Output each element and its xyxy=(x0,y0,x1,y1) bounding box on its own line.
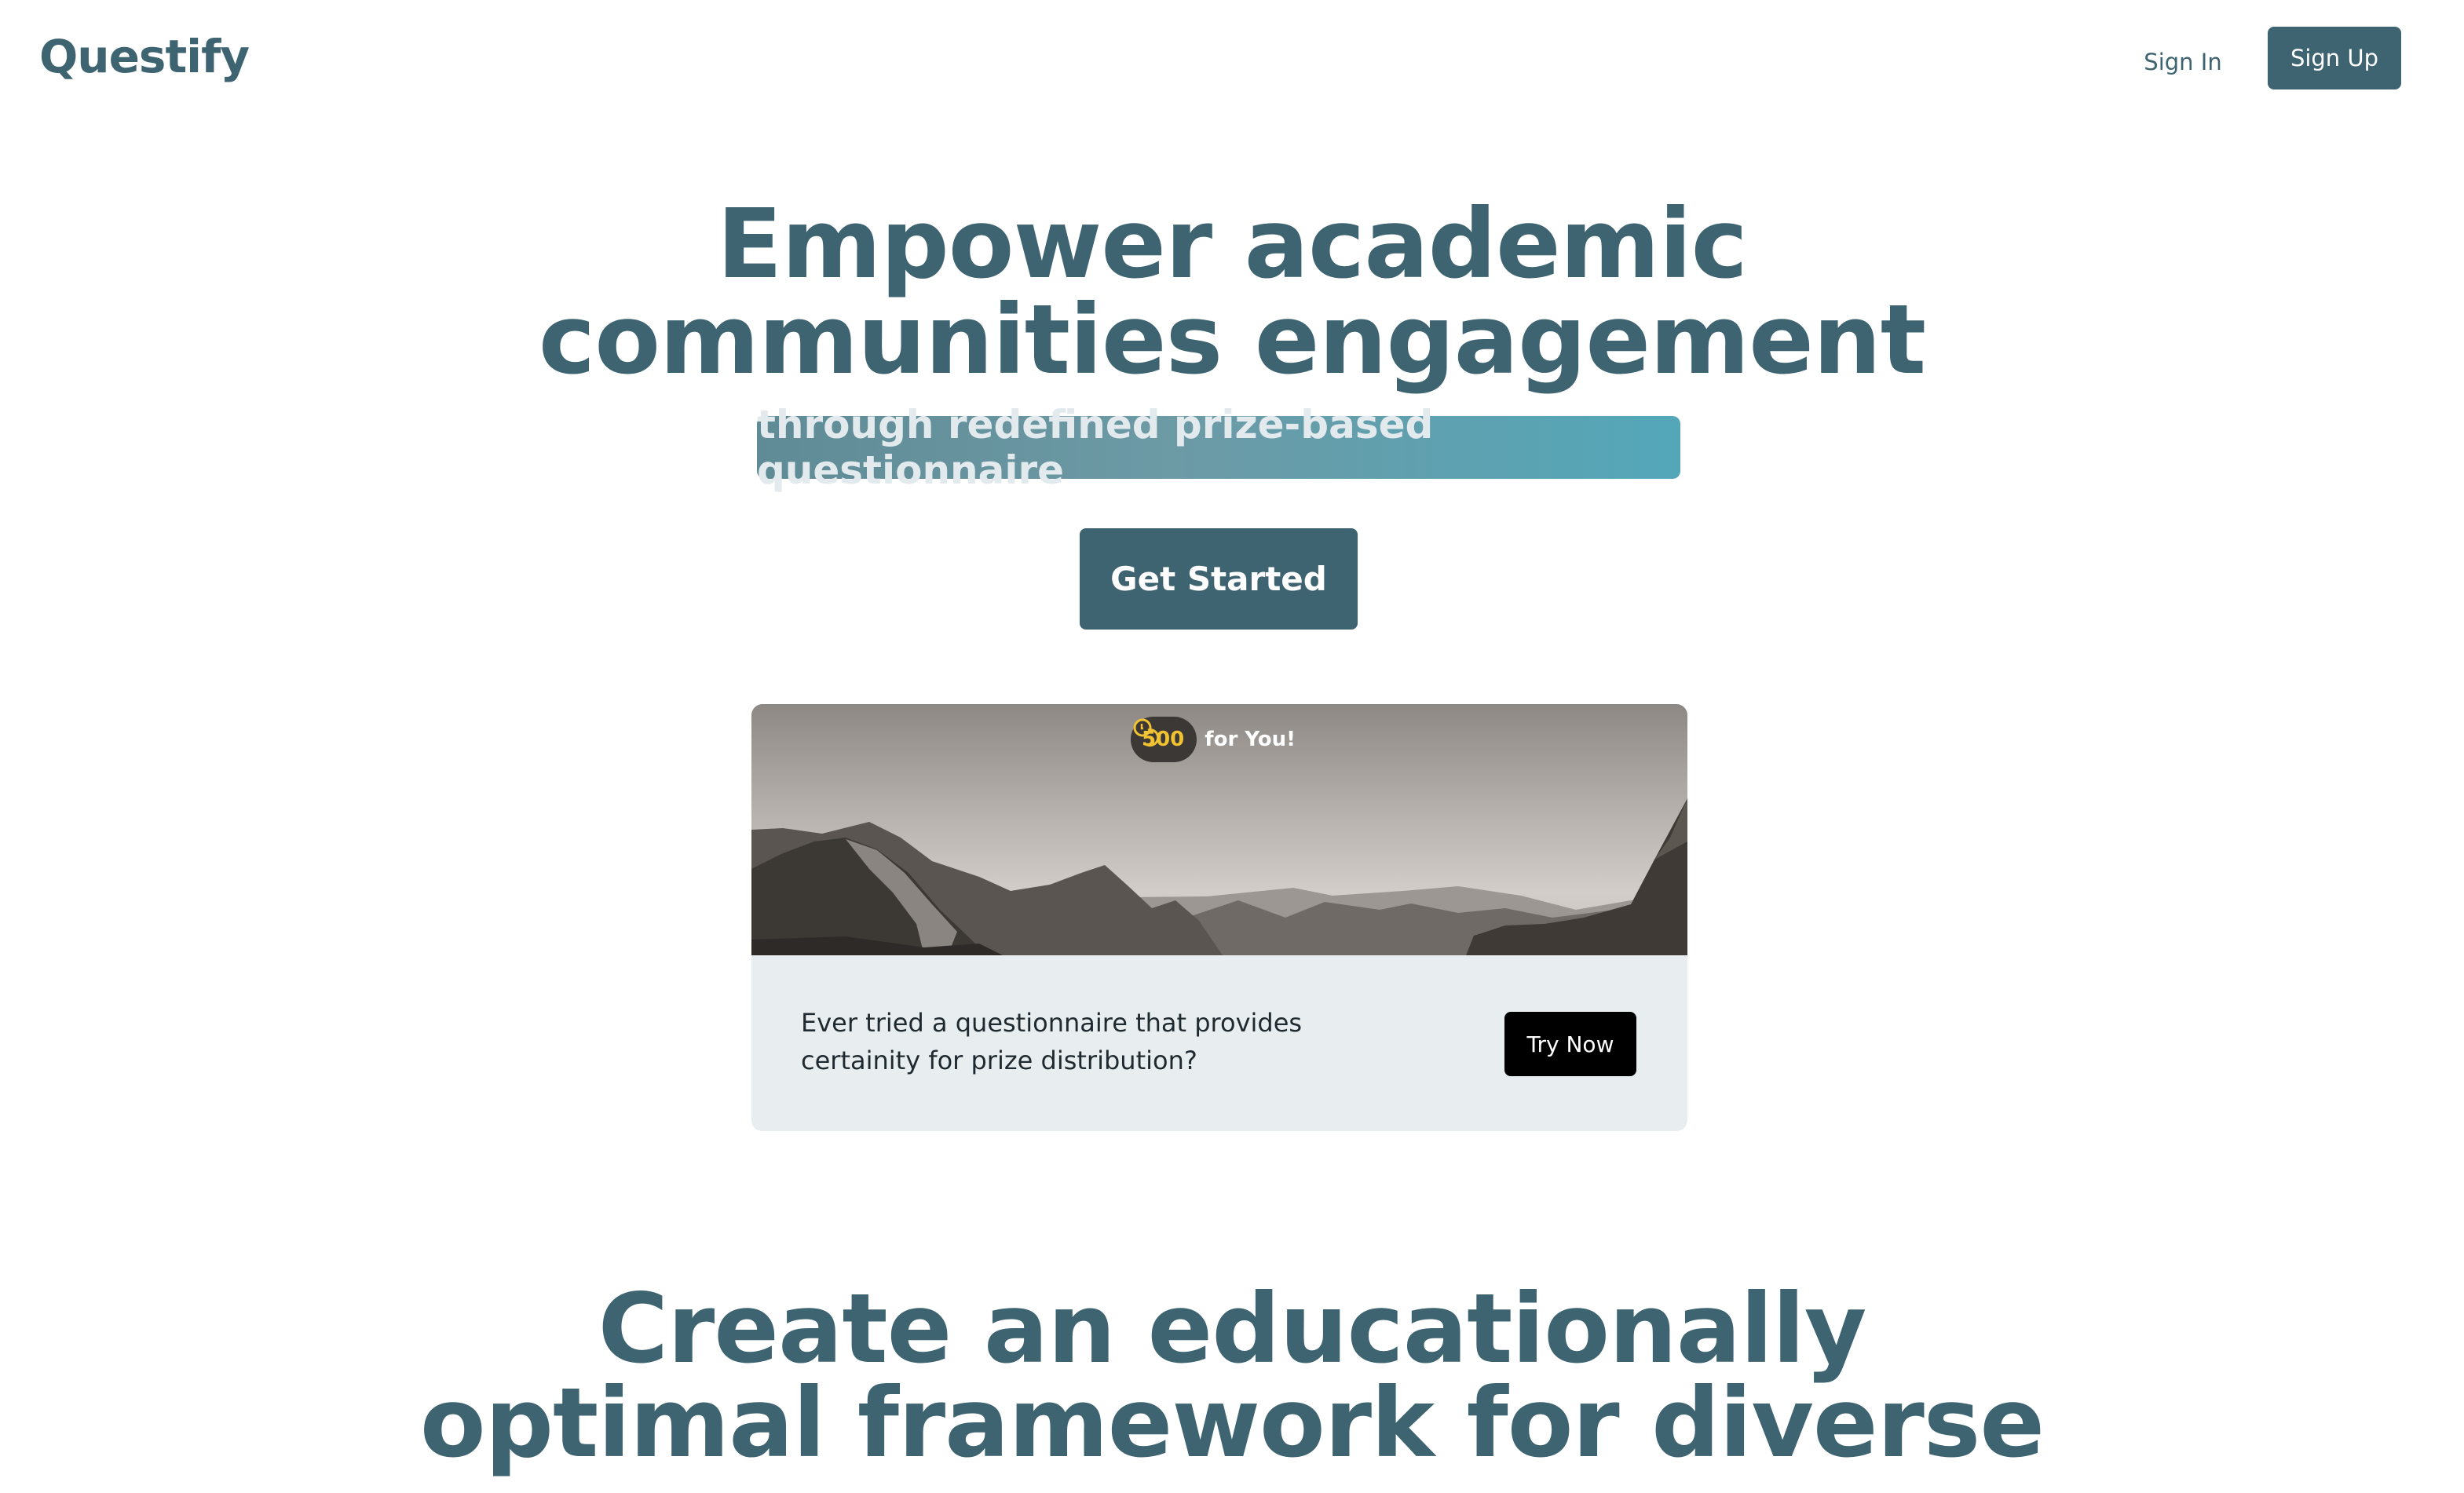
hero-title-line-2: communities engagement xyxy=(538,284,1926,396)
try-now-button[interactable]: Try Now xyxy=(1504,1012,1636,1076)
questionnaire-card: 500 for You! Ever tried a questionnaire … xyxy=(751,704,1687,1131)
card-body: Ever tried a questionnaire that provides… xyxy=(751,955,1687,1131)
section-title-line-1: Create an educationally xyxy=(598,1273,1867,1385)
get-started-button[interactable]: Get Started xyxy=(1080,528,1358,630)
mountain-landscape-image: 500 for You! xyxy=(751,704,1687,955)
landing-page: Questify Sign In Sign Up Empower academi… xyxy=(0,0,2464,1493)
reward-label: for You! xyxy=(1205,728,1296,751)
hero-title-line-1: Empower academic xyxy=(716,188,1748,300)
coins-icon xyxy=(1133,718,1160,747)
app-logo[interactable]: Questify xyxy=(39,30,250,83)
reward-pill: 500 xyxy=(1131,717,1197,762)
reward-badge: 500 for You! xyxy=(1131,717,1296,762)
hero-subtitle-banner: through redefined prize-based questionna… xyxy=(757,402,1680,493)
section-title-line-2: optimal framework for diverse xyxy=(419,1367,2045,1479)
sign-in-button[interactable]: Sign In xyxy=(2120,42,2246,82)
card-question-text: Ever tried a questionnaire that provides… xyxy=(801,1008,1303,1075)
sign-up-button[interactable]: Sign Up xyxy=(2268,27,2401,89)
